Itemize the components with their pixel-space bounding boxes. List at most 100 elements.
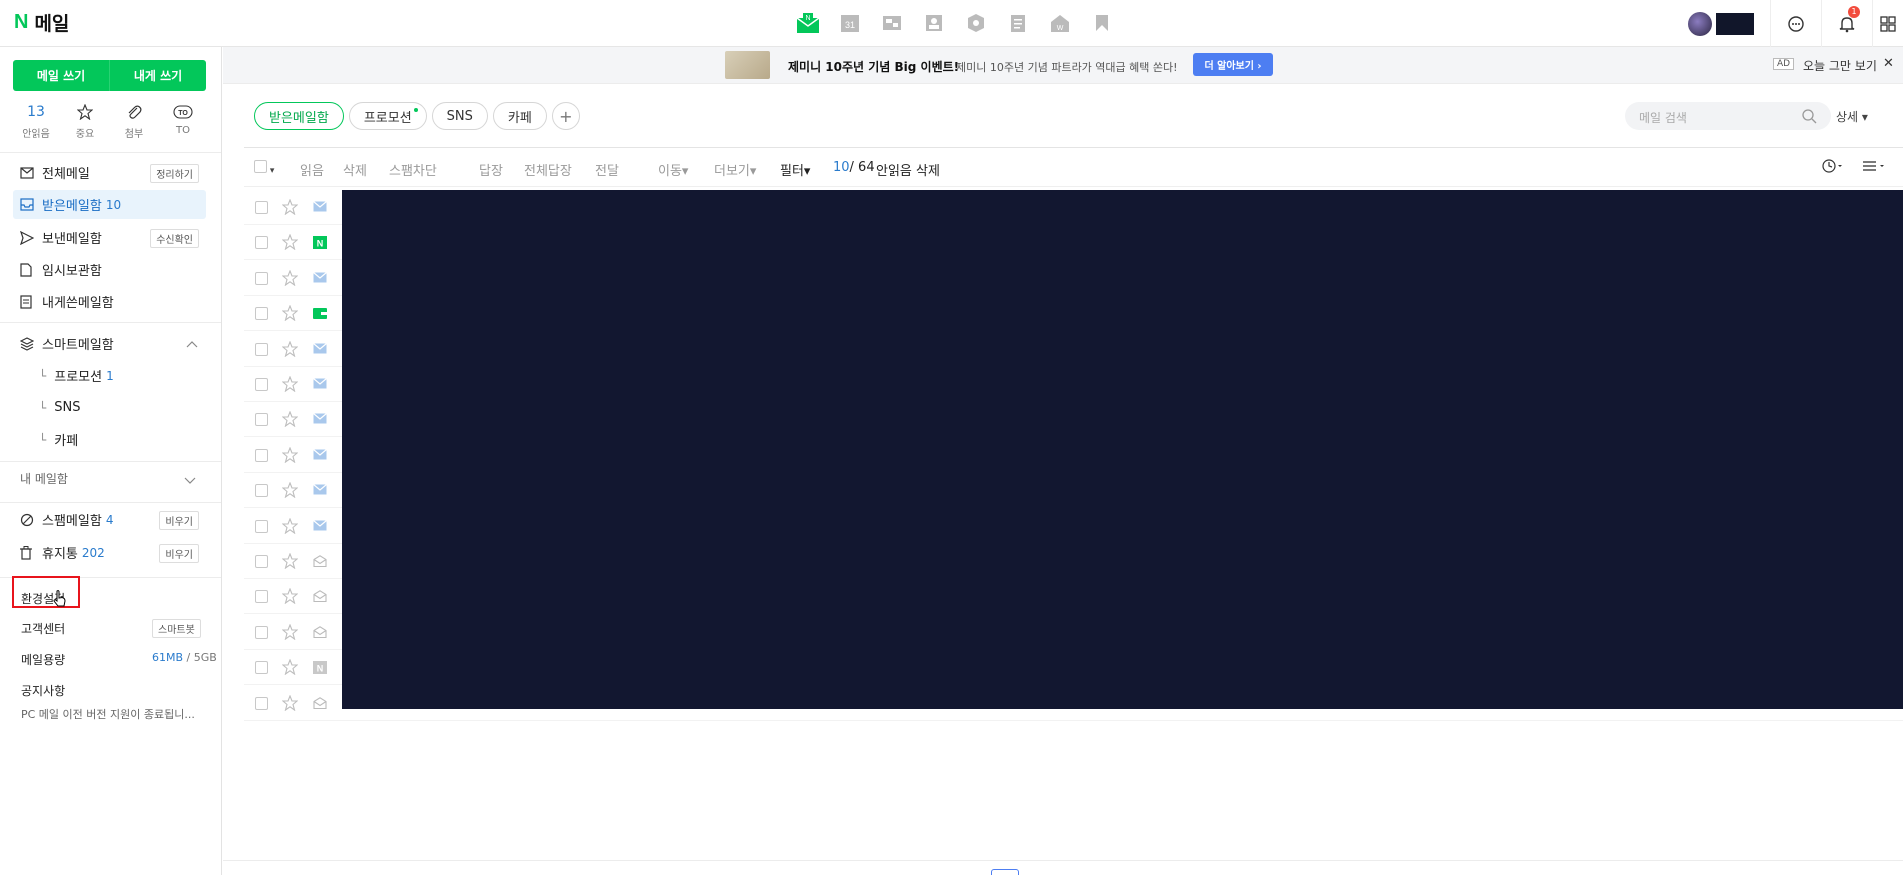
quick-attachment[interactable]: 첨부	[111, 103, 157, 140]
empty-spam-button[interactable]: 비우기	[159, 511, 199, 530]
support-link[interactable]: 고객센터	[21, 622, 65, 636]
row-checkbox[interactable]	[255, 590, 268, 604]
move-dropdown[interactable]: 이동▾	[658, 160, 688, 179]
search-icon[interactable]	[1801, 108, 1817, 128]
clock-sort-icon[interactable]	[1822, 158, 1844, 178]
star-icon[interactable]	[281, 694, 299, 715]
quick-label: TO	[176, 125, 190, 136]
row-checkbox[interactable]	[255, 555, 268, 568]
star-icon[interactable]	[281, 304, 299, 325]
star-icon[interactable]	[281, 198, 299, 219]
row-checkbox[interactable]	[255, 307, 268, 321]
folder-all[interactable]: 전체메일 정리하기	[13, 158, 206, 187]
folder-cafe[interactable]: └ 카페	[13, 425, 206, 454]
chevron-down-icon[interactable]	[184, 474, 196, 489]
folder-promotion[interactable]: └ 프로모션 1	[13, 361, 206, 390]
row-checkbox[interactable]	[255, 484, 268, 498]
star-icon[interactable]	[281, 375, 299, 396]
folder-self[interactable]: 내게쓴메일함	[13, 287, 206, 316]
star-icon[interactable]	[281, 269, 299, 290]
organize-button[interactable]: 정리하기	[150, 164, 199, 183]
notice-text[interactable]: PC 메일 이전 버전 지원이 종료됩니...	[21, 706, 211, 722]
search-input[interactable]: 메일 검색	[1625, 102, 1831, 130]
star-icon[interactable]	[281, 587, 299, 608]
contacts-app-icon[interactable]	[921, 10, 947, 36]
user-name-redacted[interactable]	[1716, 12, 1754, 35]
delete-button[interactable]: 삭제	[343, 160, 367, 179]
row-checkbox[interactable]	[255, 625, 268, 639]
row-checkbox[interactable]	[255, 236, 268, 250]
tab-cafe[interactable]: 카페	[492, 102, 547, 130]
chat-icon[interactable]	[1771, 0, 1821, 47]
reply-button[interactable]: 답장	[479, 160, 503, 179]
folder-smart[interactable]: 스마트메일함	[13, 329, 206, 358]
write-mail-button[interactable]: 메일 쓰기	[13, 60, 109, 91]
calendar-app-icon[interactable]: 31	[837, 10, 863, 36]
notice-link[interactable]: 공지사항	[21, 682, 65, 699]
row-checkbox[interactable]	[255, 378, 268, 391]
filter-dropdown[interactable]: 필터▾	[780, 160, 810, 179]
block-spam-button[interactable]: 스팸차단	[389, 160, 437, 179]
naver-mail-logo[interactable]: N 메일	[14, 9, 69, 36]
row-checkbox[interactable]	[255, 201, 268, 214]
avatar[interactable]	[1688, 11, 1712, 36]
row-checkbox[interactable]	[255, 696, 268, 710]
write-self-button[interactable]: 내게 쓰기	[110, 60, 206, 91]
detail-search-button[interactable]: 상세 ▾	[1836, 108, 1868, 125]
folder-inbox[interactable]: 받은메일함 10	[13, 190, 206, 219]
row-checkbox[interactable]	[255, 413, 268, 427]
mail-app-icon[interactable]: N	[795, 10, 821, 36]
tab-promotion[interactable]: 프로모션	[348, 102, 427, 130]
mark-read-button[interactable]: 읽음	[300, 160, 324, 179]
star-icon[interactable]	[281, 340, 299, 361]
tab-sns[interactable]: SNS	[431, 102, 488, 130]
folder-drafts[interactable]: 임시보관함	[13, 255, 206, 284]
close-icon[interactable]: ✕	[1883, 56, 1894, 71]
view-options-icon[interactable]	[1862, 158, 1886, 178]
bookmark-app-icon[interactable]	[1089, 10, 1115, 36]
bell-icon[interactable]: 1	[1822, 0, 1872, 47]
star-icon[interactable]	[281, 446, 299, 467]
ad-learn-more-button[interactable]: 더 알아보기 ›	[1193, 53, 1273, 76]
row-checkbox[interactable]	[255, 519, 268, 533]
folder-trash[interactable]: 휴지통 202 비우기	[13, 538, 206, 567]
tab-inbox[interactable]: 받은메일함	[254, 102, 344, 130]
photo-app-icon[interactable]	[879, 10, 905, 36]
smartbot-button[interactable]: 스마트봇	[152, 619, 201, 638]
ad-hide-today-button[interactable]: 오늘 그만 보기	[1803, 57, 1877, 74]
ad-banner[interactable]: 제미니 10주년 기념 Big 이벤트! 제미니 10주년 기념 파트라가 역대…	[223, 47, 1903, 84]
row-checkbox[interactable]	[255, 271, 268, 285]
office-app-icon[interactable]: W	[1047, 10, 1073, 36]
folder-sns[interactable]: └ SNS	[13, 393, 206, 422]
star-icon[interactable]	[281, 623, 299, 644]
grid-menu-icon[interactable]	[1873, 0, 1903, 47]
checkbox[interactable]	[254, 160, 267, 173]
row-checkbox[interactable]	[255, 661, 268, 675]
row-checkbox[interactable]	[255, 342, 268, 356]
forward-button[interactable]: 전달	[595, 160, 619, 179]
folder-sent[interactable]: 보낸메일함 수신확인	[13, 223, 206, 252]
chevron-up-icon[interactable]	[186, 337, 198, 352]
quick-to[interactable]: TO TO	[160, 103, 206, 140]
select-all-checkbox[interactable]: ▾	[254, 160, 274, 177]
empty-trash-button[interactable]: 비우기	[159, 544, 199, 563]
reply-all-button[interactable]: 전체답장	[524, 160, 572, 179]
my-mailbox-toggle[interactable]: 내 메일함	[20, 470, 68, 487]
quick-important[interactable]: 중요	[62, 103, 108, 140]
folder-spam[interactable]: 스팸메일함 4 비우기	[13, 505, 206, 534]
memo-app-icon[interactable]	[1005, 10, 1031, 36]
star-icon[interactable]	[281, 233, 299, 254]
star-icon[interactable]	[281, 552, 299, 573]
star-icon[interactable]	[281, 410, 299, 431]
delete-unread-button[interactable]: 안읽음 삭제	[876, 160, 940, 179]
read-receipt-button[interactable]: 수신확인	[150, 229, 199, 248]
more-dropdown[interactable]: 더보기▾	[714, 160, 756, 179]
star-icon[interactable]	[281, 481, 299, 502]
row-checkbox[interactable]	[255, 448, 268, 462]
star-icon[interactable]	[281, 658, 299, 679]
add-tab-button[interactable]: +	[551, 102, 580, 130]
page-button[interactable]	[991, 869, 1019, 875]
quick-unread[interactable]: 13 안읽음	[13, 103, 59, 140]
box-app-icon[interactable]	[963, 10, 989, 36]
star-icon[interactable]	[281, 517, 299, 538]
